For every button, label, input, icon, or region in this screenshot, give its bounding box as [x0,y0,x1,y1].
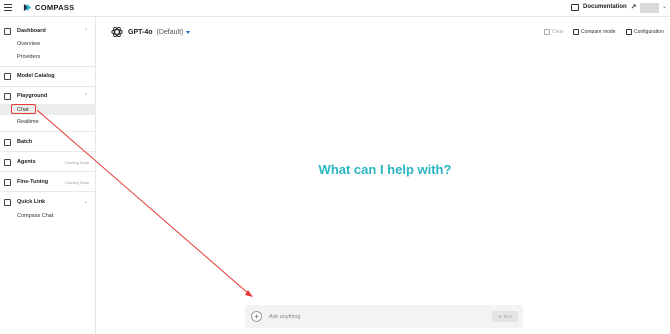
chevron-down-icon[interactable]: ⌄ [662,3,667,10]
broom-icon [544,29,550,35]
divider [0,151,96,152]
divider [0,86,96,87]
catalog-icon [4,72,11,80]
model-name: GPT-4o [128,28,153,36]
sliders-icon [626,29,632,35]
clear-button[interactable]: Clear [544,29,564,35]
sidebar-item-label: Agents [17,159,36,165]
sidebar-item-agents[interactable]: Agents Coming Soon [0,156,96,168]
sidebar-item-dashboard[interactable]: Dashboard ⌃ [0,25,96,37]
coming-soon-badge: Coming Soon [65,159,90,165]
compare-mode-button[interactable]: Compare mode [573,29,615,35]
sidebar-item-model-catalog[interactable]: Model Catalog [0,70,96,82]
sidebar-item-label: Playground [17,93,48,99]
external-link-icon: ↗ [630,4,637,11]
sidebar-item-quick-link[interactable]: Quick Link ⌄ [0,196,96,208]
sidebar-item-label: Fine-Tuning [17,179,49,185]
run-button[interactable]: ➤ Run [492,311,518,322]
model-tag: (Default) [156,28,184,36]
sidebar-item-compass-chat[interactable]: Compass Chat [0,210,96,221]
sidebar-item-label: Quick Link [17,199,46,205]
chevron-up-icon: ⌃ [84,28,89,34]
fine-tuning-icon [4,178,11,186]
batch-icon [4,138,11,146]
sidebar-item-providers[interactable]: Providers [0,51,96,62]
add-attachment-button[interactable]: + [251,311,262,322]
openai-icon [111,26,123,38]
divider [0,66,96,67]
sidebar-item-label: Model Catalog [17,73,55,79]
agents-icon [4,158,11,166]
dashboard-icon [4,27,11,35]
sidebar-item-fine-tuning[interactable]: Fine-Tuning Coming Soon [0,176,96,188]
configuration-button[interactable]: Configuration [626,29,664,35]
chevron-up-icon: ⌃ [84,93,89,99]
model-selector[interactable]: GPT-4o (Default) [110,25,183,39]
compass-logo-icon [23,3,32,12]
divider [0,171,96,172]
divider [0,131,96,132]
brand-name: COMPASS [35,3,75,12]
documentation-link[interactable]: Documentation ↗ [571,3,637,11]
play-icon: ➤ [497,313,502,319]
top-bar: COMPASS Documentation ↗ ⌄ [0,0,670,17]
sidebar-item-realtime[interactable]: Realtime [0,116,96,127]
chevron-down-icon: ⌄ [84,199,89,205]
coming-soon-badge: Coming Soon [65,179,90,185]
sidebar-item-label: Dashboard [17,28,46,34]
chat-input-bar: + ➤ Run [245,305,523,328]
sidebar-item-overview[interactable]: Overview [0,38,96,49]
avatar[interactable] [640,3,659,13]
sidebar-item-label: Batch [17,139,33,145]
divider [0,191,96,192]
brand[interactable]: COMPASS [23,3,74,12]
documentation-label: Documentation [583,4,627,10]
folder-icon [571,3,579,11]
chat-input[interactable] [269,311,469,322]
playground-icon [4,92,11,100]
highlight-box [11,104,36,114]
compare-icon [573,29,579,35]
hero-heading: What can I help with? [318,162,452,177]
sidebar-item-playground[interactable]: Playground ⌃ [0,90,96,102]
caret-down-icon[interactable] [186,31,190,34]
link-icon [4,198,11,206]
sidebar-item-batch[interactable]: Batch [0,136,96,148]
menu-icon[interactable] [4,4,12,12]
